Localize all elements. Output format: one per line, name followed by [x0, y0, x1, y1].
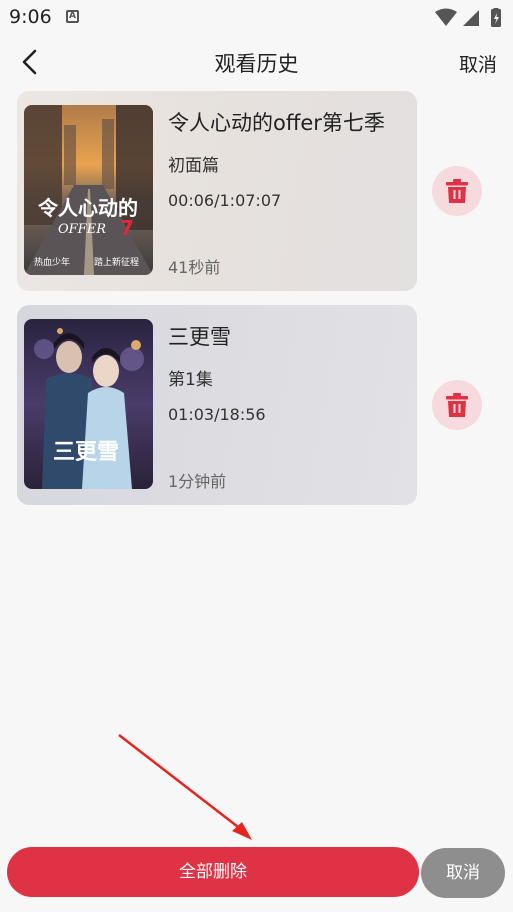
status-time: 9:06	[9, 6, 52, 28]
a-icon: A	[66, 10, 79, 23]
trash-icon	[446, 179, 468, 203]
poster-thumbnail[interactable]: 三更雪	[24, 319, 153, 489]
wifi-icon	[435, 8, 457, 26]
cancel-button-top[interactable]: 取消	[459, 50, 497, 77]
poster-thumbnail[interactable]: 令人心动的 OFFER 7 热血少年 踏上新征程	[24, 105, 153, 275]
history-item-progress: 01:03/18:56	[168, 405, 266, 424]
poster-logo-sub: OFFER	[58, 222, 106, 237]
history-item-title: 三更雪	[168, 325, 231, 349]
status-bar: 9:06 A	[0, 0, 513, 36]
delete-all-button[interactable]: 全部删除	[7, 847, 419, 897]
history-item[interactable]: 令人心动的 OFFER 7 热血少年 踏上新征程 令人心动的offer第七季 初…	[17, 91, 417, 291]
history-item-progress: 00:06/1:07:07	[168, 191, 282, 210]
poster-logo: 三更雪	[53, 439, 119, 465]
header: 观看历史 取消	[0, 40, 513, 86]
history-item-episode: 第1集	[168, 370, 213, 390]
poster-logo-num: 7	[120, 216, 134, 240]
history-item-episode: 初面篇	[168, 156, 219, 176]
trash-icon	[446, 393, 468, 417]
poster-tagline-left: 热血少年	[34, 256, 70, 268]
poster-image: 三更雪	[24, 319, 153, 489]
cancel-button-bottom[interactable]: 取消	[421, 848, 505, 898]
delete-item-button[interactable]	[432, 166, 482, 216]
poster-image: 令人心动的 OFFER 7 热血少年 踏上新征程	[24, 105, 153, 275]
poster-tagline-right: 踏上新征程	[94, 256, 139, 268]
history-item[interactable]: 三更雪 三更雪 第1集 01:03/18:56 1分钟前	[17, 305, 417, 505]
history-item-title: 令人心动的offer第七季	[168, 111, 385, 135]
history-item-time: 1分钟前	[168, 472, 227, 491]
history-item-time: 41秒前	[168, 258, 221, 277]
signal-icon	[463, 10, 479, 26]
delete-item-button[interactable]	[432, 380, 482, 430]
page-title: 观看历史	[214, 52, 299, 76]
status-icons	[435, 8, 501, 27]
